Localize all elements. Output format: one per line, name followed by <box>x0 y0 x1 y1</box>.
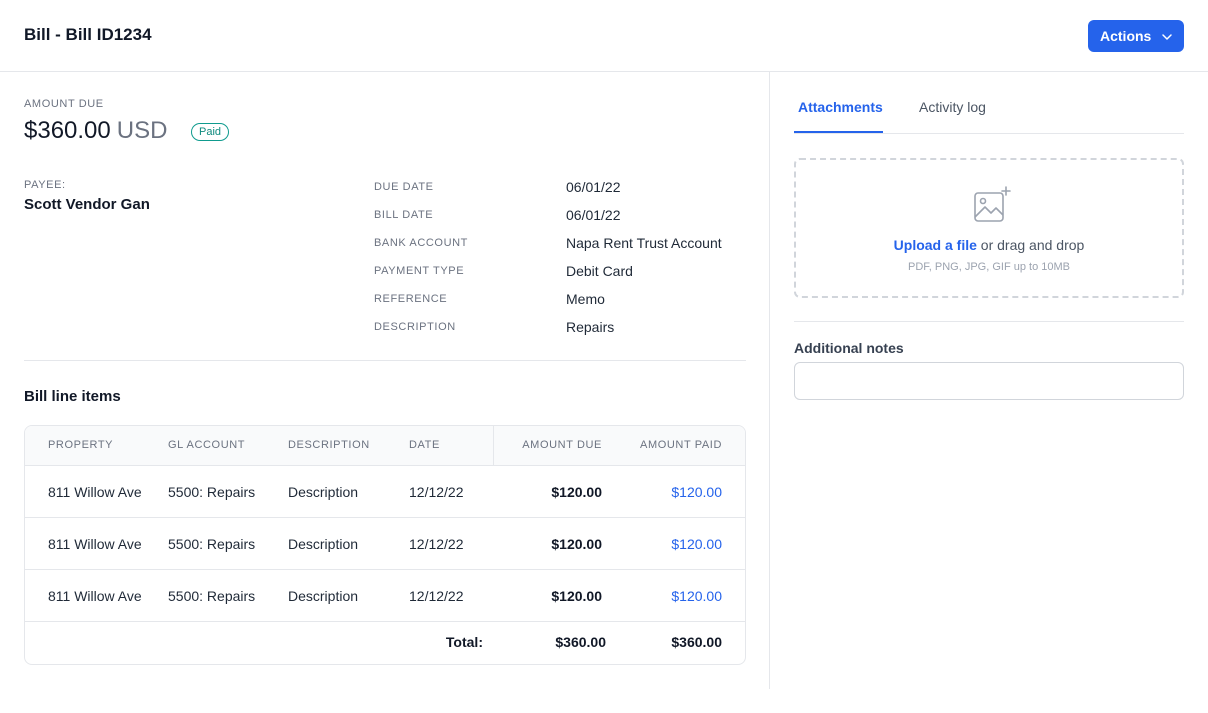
page-title: Bill - Bill ID1234 <box>24 25 152 44</box>
amount: $360.00 <box>24 117 111 144</box>
detail-row-bill-date: BILL DATE 06/01/22 <box>374 204 746 232</box>
total-label: Total: <box>445 634 483 650</box>
active-tab-indicator <box>794 131 883 133</box>
cell-gl-account: 5500: Repairs <box>168 588 256 604</box>
currency: USD <box>116 117 168 144</box>
cell-description: Description <box>288 588 359 604</box>
line-items-title: Bill line items <box>24 388 121 405</box>
detail-key: BANK ACCOUNT <box>374 237 468 249</box>
total-amount-paid: $360.00 <box>671 634 722 650</box>
column-divider <box>769 72 770 689</box>
tab-attachments[interactable]: Attachments <box>798 99 883 115</box>
column-header-description[interactable]: DESCRIPTION <box>288 439 370 451</box>
payee-label: PAYEE: <box>24 179 66 191</box>
column-header-amount-due[interactable]: AMOUNT DUE <box>522 439 602 451</box>
section-divider <box>24 360 746 361</box>
column-separator <box>493 426 494 466</box>
sidebar-tabs: Attachments Activity log <box>794 72 1184 134</box>
line-items-table: PROPERTY GL ACCOUNT DESCRIPTION DATE AMO… <box>24 425 746 665</box>
cell-amount-due: $120.00 <box>551 536 602 552</box>
amount-due-label: AMOUNT DUE <box>24 98 104 110</box>
actions-button[interactable]: Actions <box>1088 20 1184 52</box>
table-footer: Total: $360.00 $360.00 <box>25 622 745 664</box>
file-dropzone[interactable]: Upload a file or drag and drop PDF, PNG,… <box>794 158 1184 298</box>
cell-property: 811 Willow Ave <box>48 588 142 604</box>
amount-due-value: $360.00 USD <box>24 117 167 145</box>
detail-row-description: DESCRIPTION Repairs <box>374 316 746 344</box>
cell-gl-account: 5500: Repairs <box>168 536 256 552</box>
table-row[interactable]: 811 Willow Ave 5500: Repairs Description… <box>25 570 745 622</box>
cell-amount-paid[interactable]: $120.00 <box>671 588 722 604</box>
tab-activity-log[interactable]: Activity log <box>919 99 986 115</box>
column-header-gl-account[interactable]: GL ACCOUNT <box>168 439 245 451</box>
column-header-amount-paid[interactable]: AMOUNT PAID <box>640 439 722 451</box>
cell-date: 12/12/22 <box>409 536 464 552</box>
detail-value: 06/01/22 <box>566 179 621 195</box>
detail-value: Napa Rent Trust Account <box>566 235 722 251</box>
page-header: Bill - Bill ID1234 Actions <box>0 0 1208 72</box>
cell-gl-account: 5500: Repairs <box>168 484 256 500</box>
detail-key: DUE DATE <box>374 181 434 193</box>
cell-amount-paid[interactable]: $120.00 <box>671 484 722 500</box>
upload-hint: PDF, PNG, JPG, GIF up to 10MB <box>908 261 1070 273</box>
total-amount-due: $360.00 <box>555 634 606 650</box>
cell-property: 811 Willow Ave <box>48 484 142 500</box>
payee-name: Scott Vendor Gan <box>24 196 150 213</box>
sidebar-divider <box>794 321 1184 322</box>
table-row[interactable]: 811 Willow Ave 5500: Repairs Description… <box>25 466 745 518</box>
detail-value: Repairs <box>566 319 615 335</box>
detail-key: PAYMENT TYPE <box>374 265 465 277</box>
detail-value: 06/01/22 <box>566 207 621 223</box>
cell-property: 811 Willow Ave <box>48 536 142 552</box>
cell-description: Description <box>288 484 359 500</box>
detail-row-bank-account: BANK ACCOUNT Napa Rent Trust Account <box>374 232 746 260</box>
table-row[interactable]: 811 Willow Ave 5500: Repairs Description… <box>25 518 745 570</box>
upload-file-link[interactable]: Upload a file <box>894 237 977 253</box>
detail-value: Debit Card <box>566 263 633 279</box>
column-header-date[interactable]: DATE <box>409 439 440 451</box>
chevron-down-icon <box>1162 34 1172 40</box>
notes-label: Additional notes <box>794 340 904 356</box>
column-header-property[interactable]: PROPERTY <box>48 439 113 451</box>
cell-description: Description <box>288 536 359 552</box>
cell-amount-due: $120.00 <box>551 484 602 500</box>
cell-date: 12/12/22 <box>409 484 464 500</box>
table-header: PROPERTY GL ACCOUNT DESCRIPTION DATE AMO… <box>25 426 745 466</box>
actions-button-label: Actions <box>1100 28 1152 44</box>
drag-drop-text: or drag and drop <box>976 237 1085 253</box>
image-add-icon <box>974 186 1011 222</box>
cell-amount-due: $120.00 <box>551 588 602 604</box>
detail-row-payment-type: PAYMENT TYPE Debit Card <box>374 260 746 288</box>
status-badge: Paid <box>191 123 230 141</box>
detail-row-reference: REFERENCE Memo <box>374 288 746 316</box>
cell-date: 12/12/22 <box>409 588 464 604</box>
detail-key: REFERENCE <box>374 293 448 305</box>
detail-value: Memo <box>566 291 605 307</box>
notes-input[interactable] <box>794 362 1184 400</box>
detail-key: DESCRIPTION <box>374 321 456 333</box>
detail-row-due-date: DUE DATE 06/01/22 <box>374 176 746 204</box>
detail-key: BILL DATE <box>374 209 434 221</box>
bill-details: DUE DATE 06/01/22 BILL DATE 06/01/22 BAN… <box>374 176 746 344</box>
cell-amount-paid[interactable]: $120.00 <box>671 536 722 552</box>
upload-instructions: Upload a file or drag and drop <box>796 237 1182 253</box>
